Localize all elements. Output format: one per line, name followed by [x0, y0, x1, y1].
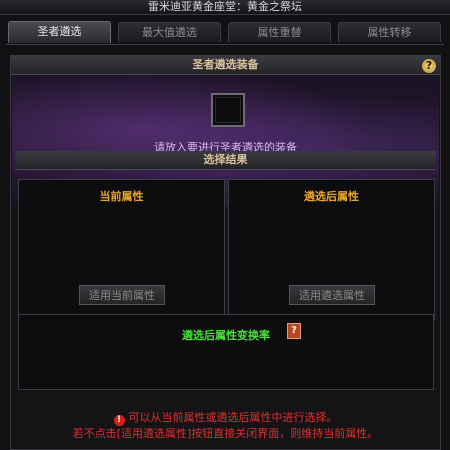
current-attributes-box: 当前属性 适用当前属性 [18, 179, 225, 320]
equipment-section-header: 圣者遴选装备 ? [11, 56, 440, 75]
tab-bar: 圣者遴选 最大值遴选 属性重替 属性转移 [8, 21, 442, 44]
tab-attribute-reroll[interactable]: 属性重替 [228, 22, 331, 42]
equipment-slot[interactable] [211, 93, 245, 127]
window-title: 雷米迪亚黄金座堂：黄金之祭坛 [0, 0, 450, 15]
tab-max-value-selection[interactable]: 最大值遴选 [118, 22, 221, 42]
tab-divider [6, 44, 444, 45]
book-icon[interactable]: ? [287, 323, 301, 339]
equipment-section-title: 圣者遴选装备 [192, 58, 259, 71]
current-attributes-title: 当前属性 [99, 190, 144, 203]
apply-selected-button[interactable]: 适用遴选属性 [289, 285, 375, 305]
conversion-rate-title: 遴选后属性变换率 [182, 329, 270, 342]
apply-current-button[interactable]: 适用当前属性 [79, 285, 165, 305]
tab-holy-selection[interactable]: 圣者遴选 [8, 21, 111, 43]
conversion-rate-box: 遴选后属性变换率 ? [18, 314, 434, 390]
main-panel: 圣者遴选装备 ? 请放入要进行圣者遴选的装备 选择结果 当前属性 适用当前属性 … [10, 55, 441, 450]
help-icon[interactable]: ? [422, 59, 436, 73]
tab-attribute-transfer[interactable]: 属性转移 [338, 22, 441, 42]
notice-line-2: 若不点击[适用遴选属性]按钮直接关闭界面，则维持当前属性。 [72, 427, 379, 440]
result-section-header: 选择结果 [15, 151, 436, 170]
notice-line-1: ! 可以从当前属性或遴选后属性中进行选择。 [11, 409, 440, 426]
notice-line-1-text: 可以从当前属性或遴选后属性中进行选择。 [128, 411, 338, 424]
selected-attributes-title: 遴选后属性 [304, 190, 359, 203]
selected-attributes-box: 遴选后属性 适用遴选属性 [228, 179, 435, 320]
holy-selection-window: 雷米迪亚黄金座堂：黄金之祭坛 圣者遴选 最大值遴选 属性重替 属性转移 圣者遴选… [0, 0, 450, 450]
result-section-title: 选择结果 [203, 153, 248, 166]
